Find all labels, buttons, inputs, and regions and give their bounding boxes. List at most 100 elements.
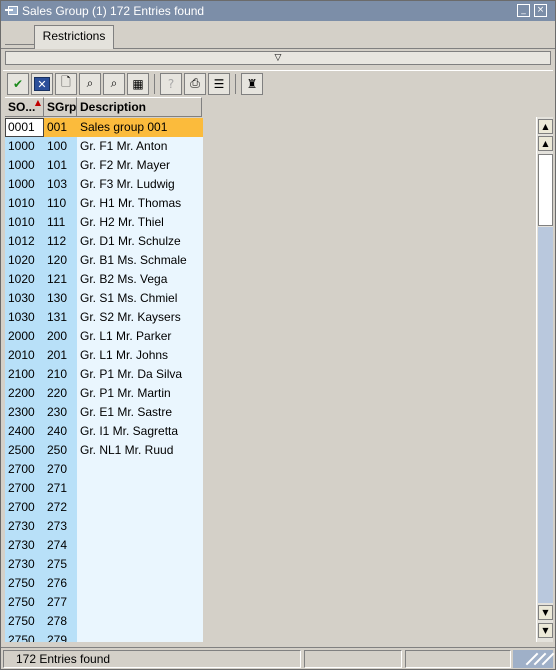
cell-sales-office: 2730 — [5, 517, 44, 536]
cell-description: Gr. B1 Ms. Schmale — [77, 251, 203, 270]
scroll-track[interactable] — [538, 227, 553, 603]
value-help-dialog: Sales Group (1) 172 Entries found _ × Re… — [0, 0, 556, 670]
title-bar[interactable]: Sales Group (1) 172 Entries found _ × — [1, 1, 555, 21]
scroll-page-up-button[interactable]: ▲ — [538, 119, 553, 134]
cell-sales-group: 270 — [44, 460, 77, 479]
cell-sales-office: 2000 — [5, 327, 44, 346]
cell-sales-group: 276 — [44, 574, 77, 593]
scroll-page-down-button[interactable]: ▼ — [538, 623, 553, 638]
find-next-button[interactable]: ⌕ — [103, 72, 125, 95]
cell-sales-office: 1010 — [5, 194, 44, 213]
table-row[interactable]: 2750 276 — [5, 574, 203, 593]
table-row[interactable]: 2750 278 — [5, 612, 203, 631]
toolbar-separator — [154, 73, 155, 94]
cancel-button[interactable]: ✕ — [31, 72, 53, 95]
personalize-icon: ♜ — [246, 76, 258, 91]
toolbar: ✔ ✕ 🗋 ⌕ ⌕ ▦? ⎙ ☰ ♜ — [3, 70, 553, 96]
column-header-description[interactable]: Description — [77, 97, 202, 117]
cell-sales-office: 2400 — [5, 422, 44, 441]
cell-sales-group: 112 — [44, 232, 77, 251]
scroll-thumb[interactable] — [538, 154, 553, 226]
scroll-down-button[interactable]: ▼ — [538, 605, 553, 620]
cell-sales-group: 272 — [44, 498, 77, 517]
cell-sales-office: 2200 — [5, 384, 44, 403]
column-header-so[interactable]: SO... ▲ — [5, 97, 44, 117]
personal-list-button[interactable]: ♜ — [241, 72, 263, 95]
table-row[interactable]: 2730 275 — [5, 555, 203, 574]
list-icon: ☰ — [213, 76, 225, 91]
tab-restrictions[interactable]: Restrictions — [34, 25, 114, 49]
export-button[interactable]: ▦ — [127, 72, 149, 95]
cell-sales-group: 230 — [44, 403, 77, 422]
cell-description — [77, 555, 203, 574]
vertical-scrollbar[interactable]: ▲ ▲ ▼ ▼ — [536, 117, 553, 642]
cell-description: Sales group 001 — [77, 118, 203, 137]
table-row[interactable]: 1000 101 Gr. F2 Mr. Mayer — [5, 156, 203, 175]
table-row[interactable]: 2730 273 — [5, 517, 203, 536]
list-button[interactable]: ☰ — [208, 72, 230, 95]
table-row[interactable]: 1030 131 Gr. S2 Mr. Kaysers — [5, 308, 203, 327]
table-row[interactable]: 2700 270 — [5, 460, 203, 479]
cell-sales-office: 2750 — [5, 593, 44, 612]
table-row[interactable]: 2750 277 — [5, 593, 203, 612]
table-row[interactable]: 2000 200 Gr. L1 Mr. Parker — [5, 327, 203, 346]
cell-sales-office: 2730 — [5, 536, 44, 555]
cell-sales-office: 0001 — [5, 118, 44, 137]
binoculars-plus-icon: ⌕ — [110, 76, 118, 90]
close-button[interactable]: × — [534, 4, 547, 17]
table-row[interactable]: 1020 121 Gr. B2 Ms. Vega — [5, 270, 203, 289]
table-row[interactable]: 1020 120 Gr. B1 Ms. Schmale — [5, 251, 203, 270]
cell-description: Gr. S2 Mr. Kaysers — [77, 308, 203, 327]
cell-sales-office: 2750 — [5, 612, 44, 631]
sort-ascending-icon: ▲ — [34, 98, 41, 107]
table-row[interactable]: 1010 110 Gr. H1 Mr. Thomas — [5, 194, 203, 213]
cell-description: Gr. H2 Mr. Thiel — [77, 213, 203, 232]
table-row[interactable]: 2700 272 — [5, 498, 203, 517]
new-button[interactable]: 🗋 — [55, 72, 77, 95]
print-button[interactable]: ⎙ — [184, 72, 206, 95]
cell-sales-group: 130 — [44, 289, 77, 308]
new-document-icon: 🗋 — [61, 75, 71, 89]
table-row[interactable]: 2100 210 Gr. P1 Mr. Da Silva — [5, 365, 203, 384]
restrictions-toggle[interactable]: ▽ — [5, 51, 551, 65]
table-row[interactable]: 1010 111 Gr. H2 Mr. Thiel — [5, 213, 203, 232]
column-header-sgrp[interactable]: SGrp — [44, 97, 77, 117]
cell-sales-group: 201 — [44, 346, 77, 365]
resize-grip-icon[interactable] — [513, 650, 555, 668]
status-field-3 — [405, 650, 511, 668]
table-row[interactable]: 2700 271 — [5, 479, 203, 498]
table-row[interactable]: 2200 220 Gr. P1 Mr. Martin — [5, 384, 203, 403]
table-row[interactable]: 1030 130 Gr. S1 Ms. Chmiel — [5, 289, 203, 308]
table-row[interactable]: 2750 279 — [5, 631, 203, 642]
table-row[interactable]: 1000 103 Gr. F3 Mr. Ludwig — [5, 175, 203, 194]
table-row[interactable]: 1012 112 Gr. D1 Mr. Schulze — [5, 232, 203, 251]
cell-description: Gr. L1 Mr. Johns — [77, 346, 203, 365]
cell-description: Gr. P1 Mr. Da Silva — [77, 365, 203, 384]
cell-sales-group: 275 — [44, 555, 77, 574]
continue-button[interactable]: ✔ — [7, 72, 29, 95]
cell-description — [77, 517, 203, 536]
find-button[interactable]: ⌕ — [79, 72, 101, 95]
cell-sales-office: 2300 — [5, 403, 44, 422]
table-row[interactable]: 2730 274 — [5, 536, 203, 555]
table-row[interactable]: 2300 230 Gr. E1 Mr. Sastre — [5, 403, 203, 422]
cell-sales-office: 1000 — [5, 156, 44, 175]
cell-sales-office: 2010 — [5, 346, 44, 365]
cell-description — [77, 612, 203, 631]
minimize-button[interactable]: _ — [517, 4, 530, 17]
cell-sales-group: 001 — [44, 118, 77, 137]
table-row[interactable]: 0001 001 Sales group 001 — [5, 118, 203, 137]
cell-description — [77, 631, 203, 642]
table-row[interactable]: 2010 201 Gr. L1 Mr. Johns — [5, 346, 203, 365]
cell-sales-office: 2700 — [5, 460, 44, 479]
cell-description: Gr. I1 Mr. Sagretta — [77, 422, 203, 441]
table-row[interactable]: 2400 240 Gr. I1 Mr. Sagretta — [5, 422, 203, 441]
grid-rows: 0001 001 Sales group 001 1000 100 Gr. F1 Mr. … — [5, 118, 203, 642]
table-row[interactable]: 2500 250 Gr. NL1 Mr. Ruud — [5, 441, 203, 460]
cell-sales-office: 1030 — [5, 289, 44, 308]
cell-description: Gr. F2 Mr. Mayer — [77, 156, 203, 175]
scroll-up-button[interactable]: ▲ — [538, 136, 553, 151]
cell-sales-group: 131 — [44, 308, 77, 327]
cell-description: Gr. S1 Ms. Chmiel — [77, 289, 203, 308]
table-row[interactable]: 1000 100 Gr. F1 Mr. Anton — [5, 137, 203, 156]
